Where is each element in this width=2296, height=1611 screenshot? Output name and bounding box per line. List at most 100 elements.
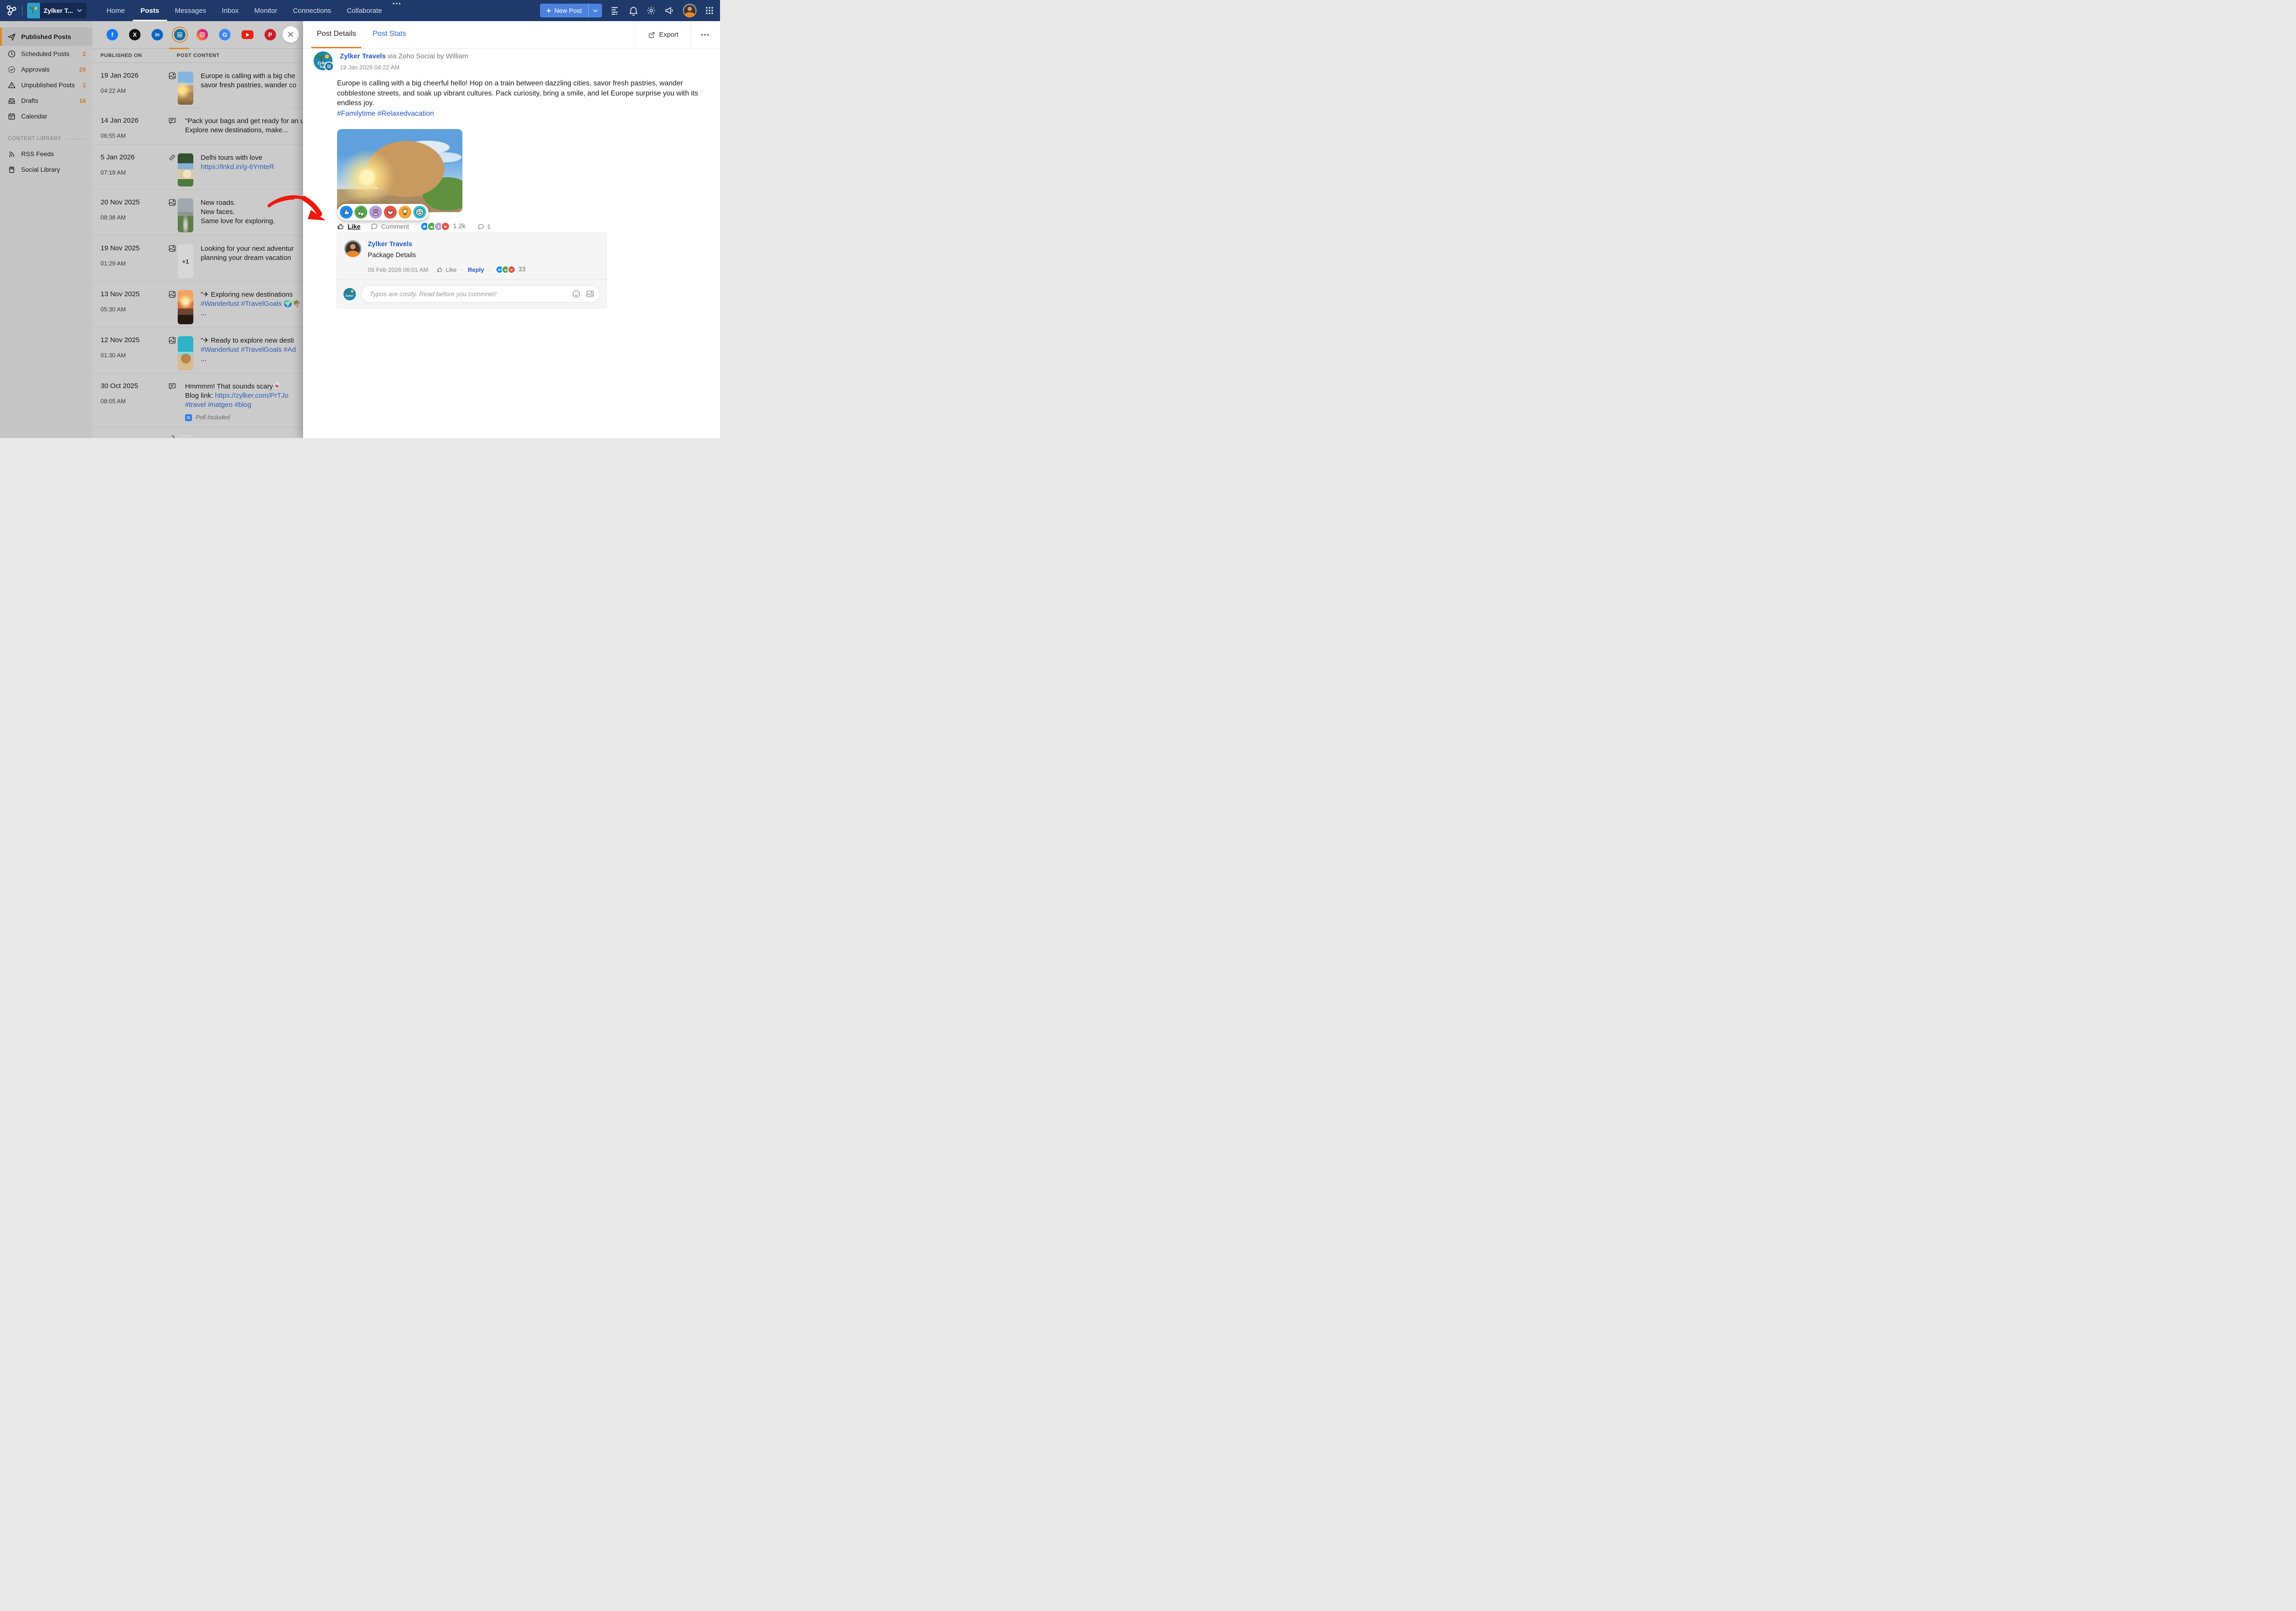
post-row[interactable]: 19 Jan 202604:22 AM Europe is calling wi…: [92, 63, 303, 108]
comment-reaction-count[interactable]: 33: [518, 266, 526, 273]
comment-like-button[interactable]: Like: [437, 266, 457, 273]
reply-button[interactable]: Reply: [468, 266, 484, 273]
post-thumbnail: [178, 153, 193, 186]
nav-divider: [22, 6, 23, 16]
sidebar-item-unpublished-posts[interactable]: Unpublished Posts 1: [0, 77, 92, 93]
reaction-funny-icon[interactable]: [413, 206, 426, 219]
sidebar-item-calendar[interactable]: Calendar: [0, 108, 92, 124]
new-post-button[interactable]: + New Post: [540, 4, 588, 17]
post-hashtags[interactable]: #Wanderlust #TravelGoals 🌍🌴: [201, 299, 301, 309]
author-name[interactable]: Zylker Travels: [340, 52, 386, 60]
google-business-icon[interactable]: G: [219, 29, 231, 40]
notifications-bell-icon[interactable]: [629, 6, 638, 16]
like-button[interactable]: Like: [337, 223, 360, 230]
export-button[interactable]: Export: [636, 21, 690, 48]
sidebar-item-count: 2: [83, 51, 86, 57]
post-row[interactable]: 30 Oct 202508:05 AM Hmmmm! That sounds s…: [92, 373, 303, 428]
post-hashtags[interactable]: #Wanderlust #TravelGoals #Ad: [201, 345, 296, 355]
sidebar-item-label: Calendar: [21, 113, 47, 120]
nav-item-connections[interactable]: Connections: [285, 0, 339, 21]
post-row[interactable]: 12 Nov 202501:30 AM "✈ Ready to explore …: [92, 327, 303, 373]
comment-button[interactable]: Comment: [371, 223, 409, 230]
sidebar-item-label: Published Posts: [21, 33, 71, 40]
commenter-name[interactable]: Zylker Travels: [368, 241, 526, 248]
comments-section: Zylker Travels Package Details 06 Feb 20…: [337, 232, 607, 309]
zoho-social-logo-icon[interactable]: [6, 5, 17, 17]
youtube-icon[interactable]: [242, 30, 253, 39]
sidebar-item-scheduled-posts[interactable]: Scheduled Posts 2: [0, 46, 92, 62]
instagram-icon[interactable]: [197, 29, 208, 40]
reaction-summary[interactable]: [420, 222, 450, 231]
facebook-icon[interactable]: f: [107, 29, 118, 40]
post-text: New roads.: [201, 198, 275, 208]
apps-grid-icon[interactable]: [705, 6, 714, 15]
settings-gear-icon[interactable]: [647, 6, 656, 15]
linkedin-icon[interactable]: in: [152, 29, 163, 40]
nav-item-messages[interactable]: Messages: [167, 0, 214, 21]
post-time: 08:05 AM: [101, 398, 169, 405]
activity-list-icon[interactable]: [611, 6, 620, 15]
tab-post-details[interactable]: Post Details: [311, 21, 361, 48]
reaction-insightful-icon[interactable]: [399, 206, 411, 219]
post-date: 19 Nov 2025: [101, 244, 169, 252]
post-link[interactable]: https://lnkd.in/g-6YmteR: [201, 163, 274, 171]
nav-more-menu[interactable]: •••: [390, 0, 405, 21]
comment-input[interactable]: [369, 290, 568, 298]
reaction-support-icon[interactable]: [369, 206, 382, 219]
new-post-dropdown-button[interactable]: [588, 4, 602, 17]
post-hashtags[interactable]: #Familytime #Relaxedvacation: [337, 110, 434, 118]
post-row[interactable]: 5 Jan 202607:19 AM Delhi tours with love…: [92, 145, 303, 190]
post-ellipsis: ...: [201, 355, 296, 364]
announcements-megaphone-icon[interactable]: [664, 6, 674, 15]
x-twitter-icon[interactable]: X: [129, 29, 141, 40]
nav-item-inbox[interactable]: Inbox: [214, 0, 247, 21]
sidebar-item-social-library[interactable]: Social Library: [0, 162, 92, 177]
close-icon[interactable]: [282, 26, 299, 43]
nav-item-monitor[interactable]: Monitor: [247, 0, 285, 21]
post-text: "Pack your bags and get ready for an unf…: [185, 117, 303, 126]
user-avatar[interactable]: [683, 4, 697, 17]
reaction-love-icon[interactable]: [384, 206, 397, 219]
nav-item-posts[interactable]: Posts: [133, 0, 167, 21]
column-published-on: PUBLISHED ON: [92, 53, 177, 58]
sidebar-item-drafts[interactable]: Drafts 16: [0, 93, 92, 108]
image-post-icon: [169, 245, 178, 281]
post-row-partial[interactable]: [92, 428, 303, 438]
post-thumbnail: [178, 198, 193, 232]
post-row[interactable]: 20 Nov 202508:38 AM New roads. New faces…: [92, 190, 303, 236]
warning-triangle-icon: [8, 81, 16, 89]
tab-post-stats[interactable]: Post Stats: [367, 21, 411, 48]
post-link[interactable]: https://zylker.com/PrTJo: [215, 392, 288, 400]
reaction-like-icon[interactable]: [340, 206, 353, 219]
comment-count-group[interactable]: 1: [478, 223, 491, 230]
post-action-bar: Like Comment · 1.2k: [337, 222, 491, 231]
more-images-badge: +1: [182, 258, 189, 265]
post-row[interactable]: 19 Nov 202501:29 AM +1 Looking for your …: [92, 236, 303, 282]
sidebar-item-published-posts[interactable]: Published Posts: [0, 28, 92, 46]
nav-item-collaborate[interactable]: Collaborate: [339, 0, 390, 21]
reaction-count[interactable]: 1.2k: [453, 223, 465, 230]
attach-image-icon[interactable]: [586, 290, 594, 298]
emoji-icon[interactable]: [572, 290, 580, 298]
more-options-button[interactable]: •••: [690, 21, 720, 48]
post-date: 20 Nov 2025: [101, 198, 169, 206]
post-text: Europe is calling with a big che: [201, 72, 296, 81]
pinterest-icon[interactable]: P: [264, 29, 276, 40]
nav-item-home[interactable]: Home: [99, 0, 133, 21]
text-post-icon: [169, 383, 178, 427]
sidebar-item-rss-feeds[interactable]: RSS Feeds: [0, 146, 92, 162]
image-post-icon: [169, 337, 178, 373]
reaction-celebrate-icon[interactable]: [355, 206, 367, 219]
post-hashtags[interactable]: #travel #natgeo #blog: [185, 400, 288, 410]
poll-icon: [185, 414, 192, 421]
like-label: Like: [348, 223, 360, 230]
post-type-icon: [169, 435, 178, 438]
linkedin-page-icon[interactable]: [174, 29, 186, 40]
post-row[interactable]: 13 Nov 202505:30 AM "✈ Exploring new des…: [92, 282, 303, 327]
brand-selector[interactable]: Zylker T...: [27, 3, 87, 18]
post-image-colosseum[interactable]: [337, 129, 462, 212]
text-post-icon: [169, 117, 178, 144]
sidebar-item-approvals[interactable]: Approvals 25: [0, 62, 92, 77]
comment-reaction-summary[interactable]: [495, 265, 516, 274]
post-row[interactable]: 14 Jan 202606:55 AM "Pack your bags and …: [92, 108, 303, 145]
